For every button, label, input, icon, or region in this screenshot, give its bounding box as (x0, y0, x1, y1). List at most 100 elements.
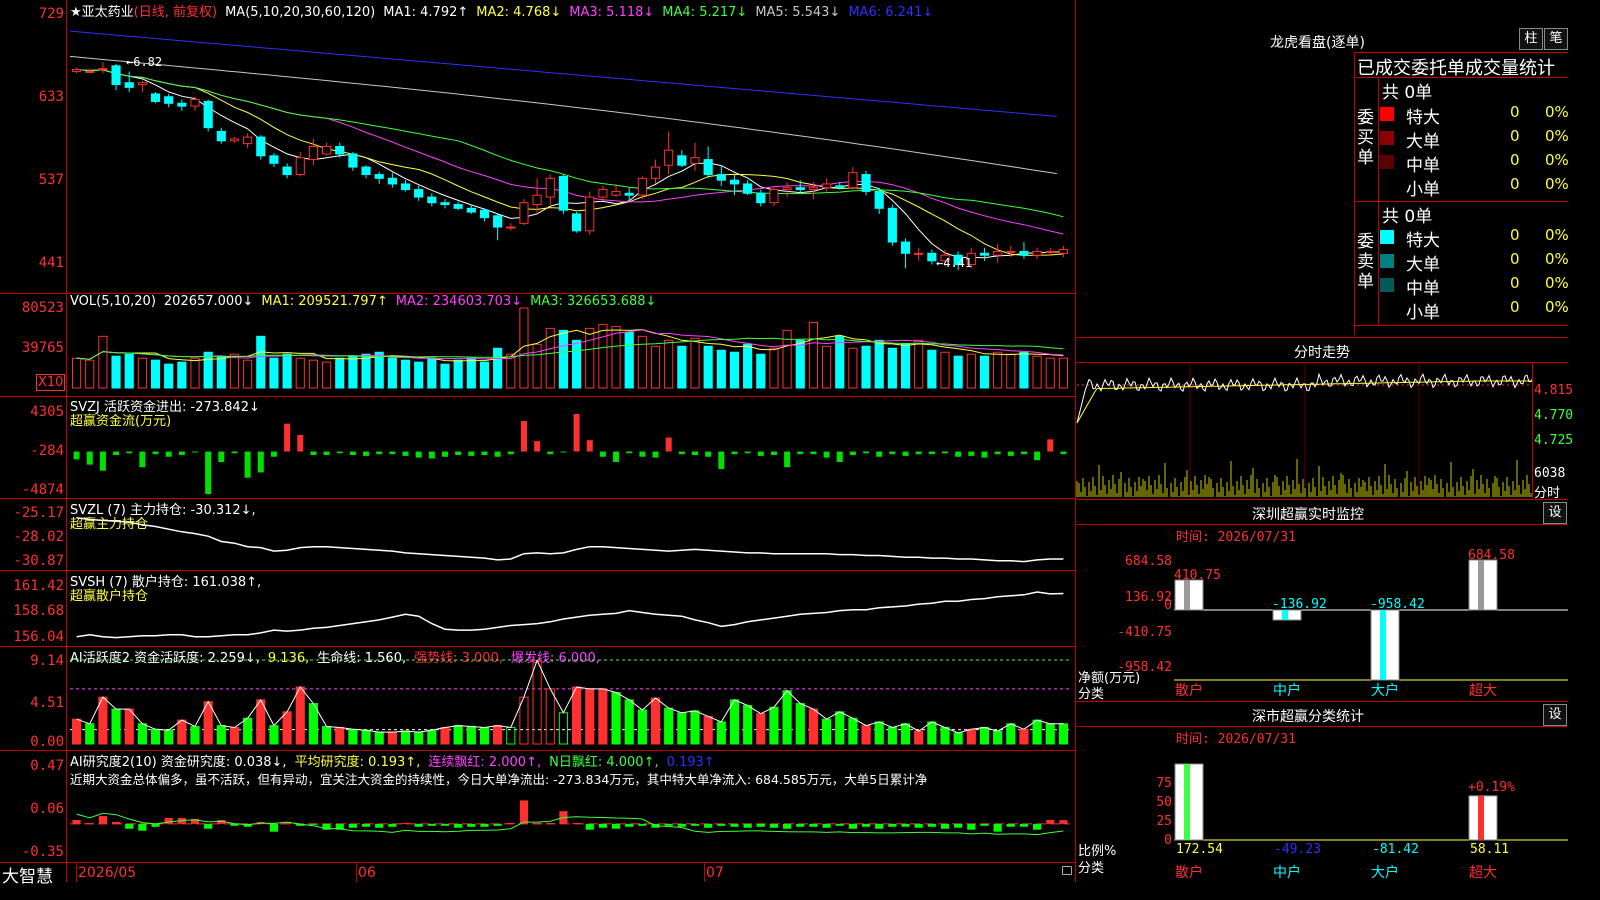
activity-bar[interactable] (493, 725, 503, 745)
research-bar[interactable] (769, 823, 779, 828)
research-bar[interactable] (940, 823, 950, 829)
research-bar[interactable] (585, 823, 594, 830)
research-bar[interactable] (546, 822, 555, 824)
retail-holding-chart[interactable] (70, 590, 1070, 640)
retail-holding-line[interactable] (76, 591, 1064, 639)
research-bar[interactable] (717, 823, 726, 826)
activity-bar[interactable] (624, 699, 634, 745)
research-bar[interactable] (1033, 823, 1042, 830)
lock-icon[interactable] (1062, 866, 1072, 875)
activity-bar[interactable] (98, 696, 108, 745)
fund-flow-bar[interactable] (310, 451, 317, 456)
candle[interactable] (177, 102, 187, 107)
activity-bar[interactable] (835, 711, 845, 745)
activity-bar[interactable] (993, 730, 1003, 745)
candle[interactable] (611, 190, 621, 196)
fund-flow-bar[interactable] (231, 451, 238, 454)
volume-bar[interactable] (98, 335, 108, 389)
research-bar[interactable] (993, 823, 1002, 832)
fund-flow-bar[interactable] (323, 451, 330, 456)
research-bar[interactable] (375, 823, 384, 828)
volume-bar[interactable] (229, 353, 240, 389)
volume-bar[interactable] (861, 345, 871, 389)
candle[interactable] (532, 194, 542, 206)
volume-bar[interactable] (137, 357, 147, 389)
research-bar[interactable] (164, 818, 173, 824)
volume-bar[interactable] (729, 351, 740, 389)
research-bar[interactable] (480, 823, 489, 827)
candle[interactable] (493, 215, 503, 228)
fund-flow-bar[interactable] (284, 423, 291, 452)
candle[interactable] (164, 96, 174, 104)
activity-bar[interactable] (861, 725, 871, 745)
research-bar[interactable] (348, 823, 357, 828)
candle[interactable] (440, 202, 450, 206)
volume-bar[interactable] (822, 345, 832, 389)
candle[interactable] (585, 196, 595, 232)
candle[interactable] (637, 177, 647, 196)
monitor-bar-超大[interactable] (1468, 559, 1498, 611)
fund-flow-bar[interactable] (863, 451, 870, 454)
activity-bar[interactable] (927, 721, 937, 745)
fund-flow-bar[interactable] (955, 451, 962, 457)
activity-bar[interactable] (361, 729, 371, 745)
volume-bar[interactable] (914, 339, 924, 389)
candle[interactable] (914, 252, 924, 255)
candle[interactable] (782, 187, 792, 191)
research-bar[interactable] (1019, 823, 1029, 827)
fund-flow-bar[interactable] (534, 441, 541, 452)
research-bar[interactable] (572, 822, 581, 824)
candle[interactable] (677, 155, 687, 166)
fund-flow-bar[interactable] (178, 451, 185, 456)
research-bar[interactable] (625, 823, 634, 827)
candle[interactable] (743, 183, 753, 194)
fund-flow-bar[interactable] (876, 451, 883, 457)
volume-bar[interactable] (203, 351, 213, 389)
fund-flow-bar[interactable] (86, 451, 93, 465)
research-bar[interactable] (454, 823, 463, 828)
activity-bar[interactable] (743, 704, 753, 745)
candle[interactable] (808, 187, 818, 191)
research-bar[interactable] (125, 823, 134, 829)
volume-bar[interactable] (216, 355, 226, 389)
fund-flow-bar[interactable] (218, 451, 225, 462)
candle[interactable] (874, 190, 884, 209)
activity-bar[interactable] (414, 731, 424, 745)
volume-bar[interactable] (572, 339, 582, 389)
candle[interactable] (822, 183, 832, 189)
candle[interactable] (1058, 249, 1068, 254)
candle[interactable] (664, 149, 674, 166)
candle[interactable] (519, 202, 529, 224)
activity-bar[interactable] (914, 730, 924, 745)
activity-bar[interactable] (703, 715, 713, 745)
fund-flow-bar[interactable] (1034, 451, 1041, 461)
activity-bar[interactable] (453, 725, 463, 745)
candle[interactable] (993, 250, 1003, 256)
volume-bar[interactable] (348, 355, 358, 389)
research-bar[interactable] (85, 822, 94, 824)
volume-bar[interactable] (1019, 351, 1029, 389)
fund-flow-bar[interactable] (652, 451, 659, 458)
fund-flow-bar[interactable] (139, 451, 146, 468)
fund-flow-bar[interactable] (192, 451, 198, 453)
fund-flow-bar[interactable] (626, 451, 633, 454)
research-bar[interactable] (1059, 820, 1068, 824)
activity-bar[interactable] (822, 718, 832, 745)
activity-bar[interactable] (387, 731, 397, 745)
candle[interactable] (572, 213, 582, 232)
candlestick-chart[interactable] (69, 18, 1070, 288)
volume-bar[interactable] (400, 359, 411, 389)
candle[interactable] (979, 252, 990, 256)
fund-flow-bar[interactable] (113, 451, 120, 456)
research-bar[interactable] (954, 823, 963, 828)
volume-bar[interactable] (940, 351, 950, 389)
fund-flow-bar[interactable] (770, 451, 777, 456)
volume-bar[interactable] (624, 331, 634, 389)
volume-bar[interactable] (848, 347, 858, 389)
candle[interactable] (427, 196, 437, 204)
activity-bar[interactable] (729, 699, 740, 745)
fund-flow-bar[interactable] (152, 451, 159, 455)
fund-flow-bar[interactable] (836, 451, 843, 462)
candle[interactable] (111, 65, 121, 86)
activity-bar[interactable] (479, 726, 490, 745)
